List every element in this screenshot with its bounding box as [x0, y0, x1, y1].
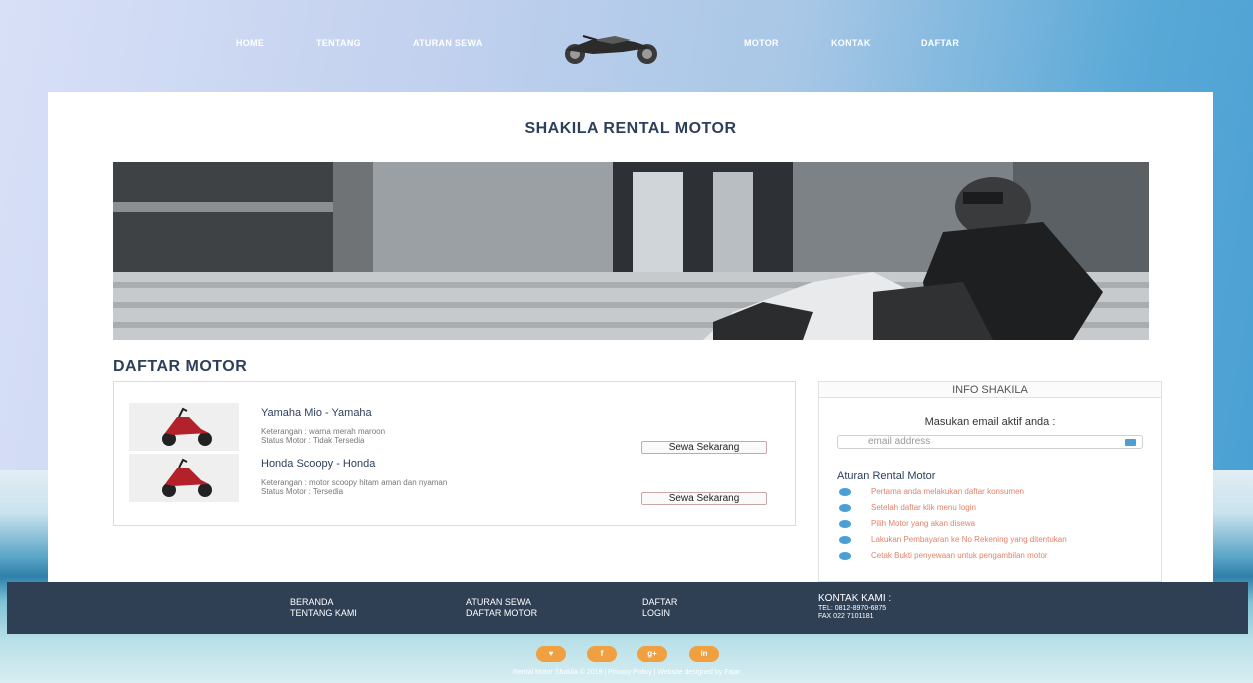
google-plus-glyph: g+ — [647, 649, 657, 658]
footer-link-login[interactable]: LOGIN — [642, 608, 670, 618]
footer-fax: FAX 022 7101181 — [818, 613, 874, 620]
footer: BERANDA TENTANG KAMI ATURAN SEWA DAFTAR … — [7, 582, 1248, 634]
bullet-icon — [839, 488, 851, 496]
envelope-icon[interactable] — [1125, 439, 1136, 446]
list-item: Yamaha Mio - Yamaha Keterangan : warna m… — [129, 403, 779, 454]
facebook-icon[interactable]: f — [587, 646, 617, 662]
motor-description: Keterangan : motor scoopy hitam aman dan… — [261, 478, 447, 496]
hero-banner — [113, 162, 1149, 340]
rule-text: Cetak Bukti penyewaan untuk pengambilan … — [871, 551, 1048, 560]
motor-description: Keterangan : warna merah maroon Status M… — [261, 427, 385, 445]
sidebar-subtitle: Masukan email aktif anda : — [924, 416, 1056, 428]
bullet-icon — [839, 552, 851, 560]
rules-title: Aturan Rental Motor — [837, 470, 936, 482]
bullet-icon — [839, 504, 851, 512]
nav-home[interactable]: HOME — [236, 38, 264, 48]
rule-text: Setelah daftar klik menu login — [871, 503, 976, 512]
site-title: SHAKILA RENTAL MOTOR — [524, 120, 737, 137]
nav-daftar[interactable]: DAFTAR — [921, 38, 959, 48]
sewa-sekarang-button[interactable]: Sewa Sekarang — [641, 492, 767, 505]
footer-link-daftar-motor[interactable]: DAFTAR MOTOR — [466, 608, 537, 618]
section-title: DAFTAR MOTOR — [113, 358, 248, 375]
motor-name: Yamaha Mio - Yamaha — [261, 407, 372, 419]
footer-link-daftar[interactable]: DAFTAR — [642, 597, 677, 607]
sewa-sekarang-button[interactable]: Sewa Sekarang — [641, 441, 767, 454]
motor-status: Status Motor : Tidak Tersedia — [261, 436, 365, 445]
info-sidebar: INFO SHAKILA Masukan email aktif anda : … — [818, 381, 1162, 582]
footer-link-tentang-kami[interactable]: TENTANG KAMI — [290, 608, 357, 618]
twitter-glyph: ♥ — [548, 649, 554, 658]
bullet-icon — [839, 536, 851, 544]
facebook-glyph: f — [600, 649, 604, 658]
main-panel: SHAKILA RENTAL MOTOR DAFTAR MOTOR Yamaha… — [48, 92, 1213, 582]
twitter-icon[interactable]: ♥ — [536, 646, 566, 662]
nav-aturan-sewa[interactable]: ATURAN SEWA — [413, 38, 483, 48]
bullet-icon — [839, 520, 851, 528]
nav-kontak[interactable]: KONTAK — [831, 38, 871, 48]
motorcycle-logo[interactable] — [553, 28, 671, 66]
motor-thumbnail[interactable] — [129, 403, 239, 451]
footer-link-aturan-sewa[interactable]: ATURAN SEWA — [466, 597, 531, 607]
nav-tentang[interactable]: TENTANG — [316, 38, 361, 48]
motor-thumbnail[interactable] — [129, 454, 239, 502]
rule-text: Lakukan Pembayaran ke No Rekening yang d… — [871, 535, 1067, 544]
footer-kontak-title: KONTAK KAMI : — [818, 593, 892, 604]
motor-status: Status Motor : Tersedia — [261, 487, 344, 496]
email-placeholder: email address — [868, 436, 931, 447]
motor-keterangan: Keterangan : warna merah maroon — [261, 427, 386, 436]
copyright-text: Rental Motor Shakila © 2019 | Privacy Po… — [512, 669, 741, 676]
rule-text: Pertama anda melakukan daftar konsumen — [871, 487, 1024, 496]
footer-tel: TEL: 0812-8970-6875 — [818, 605, 887, 612]
linkedin-icon[interactable]: in — [689, 646, 719, 662]
linkedin-glyph: in — [700, 649, 708, 658]
email-input[interactable]: email address — [837, 435, 1143, 449]
rule-text: Pilih Motor yang akan disewa — [871, 519, 976, 528]
list-item: Honda Scoopy - Honda Keterangan : motor … — [129, 454, 779, 505]
footer-link-beranda[interactable]: BERANDA — [290, 597, 334, 607]
google-plus-icon[interactable]: g+ — [637, 646, 667, 662]
nav-motor[interactable]: MOTOR — [744, 38, 779, 48]
motor-list: Yamaha Mio - Yamaha Keterangan : warna m… — [113, 381, 796, 526]
motor-name: Honda Scoopy - Honda — [261, 458, 376, 470]
sidebar-header: INFO SHAKILA — [819, 382, 1161, 398]
motor-keterangan: Keterangan : motor scoopy hitam aman dan… — [261, 478, 448, 487]
